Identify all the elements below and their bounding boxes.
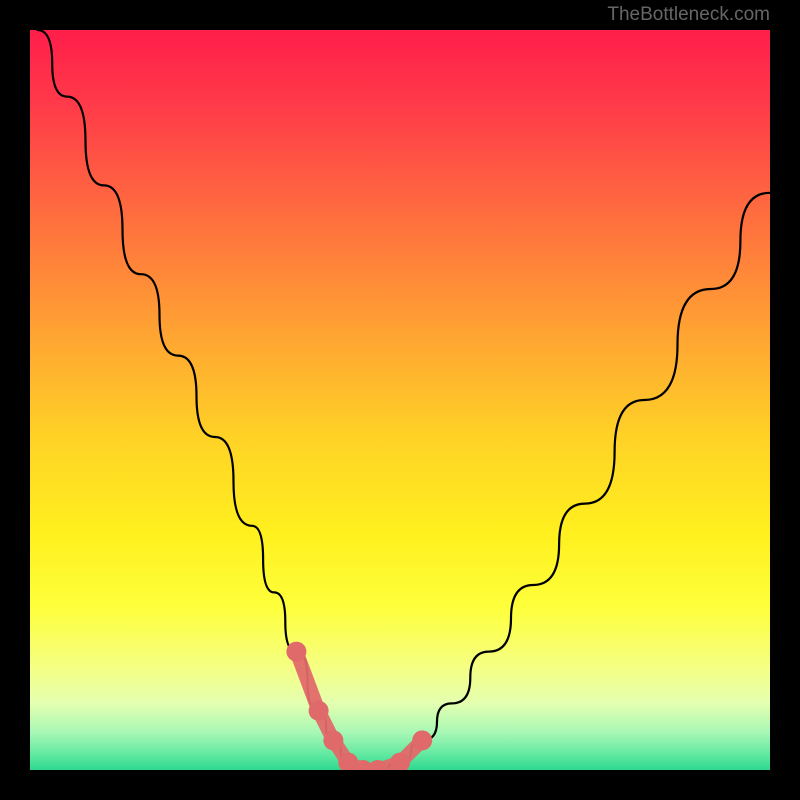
curve-layer (30, 30, 770, 770)
plot-area (30, 30, 770, 770)
chart-frame: TheBottleneck.com (0, 0, 800, 800)
bottleneck-curve (37, 30, 770, 770)
watermark-text: TheBottleneck.com (607, 4, 770, 26)
